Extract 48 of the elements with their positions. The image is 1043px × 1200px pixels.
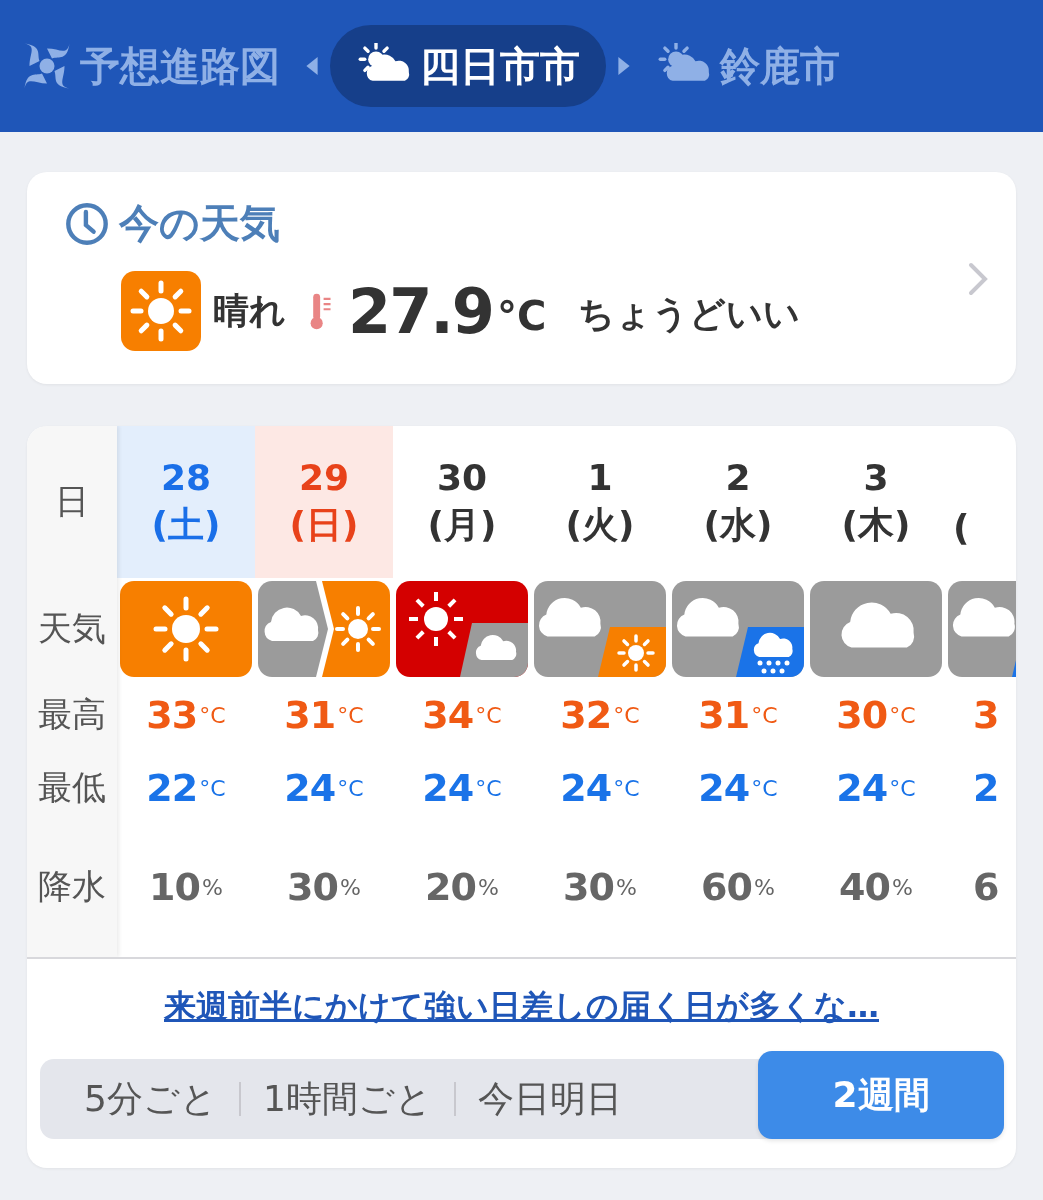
row-label: 降水 [38, 865, 106, 908]
precipitation-chance: 30% [286, 864, 362, 911]
section-title: 今の天気 [119, 199, 280, 248]
row-label: 最低 [38, 766, 106, 809]
precipitation-chance: 20% [424, 864, 500, 911]
sun-and-cloud-icon [396, 581, 528, 677]
date-header: 1 (火) [564, 456, 636, 547]
precipitation-chance: 6 [972, 864, 1000, 911]
date-header: 28 (土) [117, 426, 255, 578]
range-tab[interactable]: 今日明日 [455, 1059, 644, 1139]
chevron-right-icon [968, 262, 988, 296]
row-label: 最高 [38, 693, 106, 736]
row-label: 天気 [38, 607, 106, 650]
current-weather-card[interactable]: 今の天気 晴れ 27.9°C ちょうどいい [27, 172, 1016, 384]
cloud-and-sun-icon [534, 581, 666, 677]
temperature-unit: °C [497, 293, 547, 339]
date-header: ( [952, 506, 971, 551]
range-tab[interactable]: 2週間 [758, 1051, 1004, 1139]
typhoon-icon [22, 41, 72, 91]
feeling-text: ちょうどいい [578, 291, 801, 336]
row-label: 日 [55, 480, 89, 523]
cloud-and-rain-icon [672, 581, 804, 677]
left-arrow-icon[interactable] [306, 57, 318, 75]
location-tab[interactable]: 鈴鹿市 [630, 25, 866, 107]
forecast-comment-link[interactable]: 来週前半にかけて強い日差しの届く日が多くな… [164, 985, 879, 1029]
date-header: 29 (日) [255, 426, 393, 578]
location-tab[interactable]: 予想進路図 [22, 25, 306, 107]
high-temperature: 3 [972, 692, 1000, 739]
precipitation-chance: 10% [148, 864, 224, 911]
sun-icon [121, 271, 201, 351]
date-header: 30 (月) [426, 456, 498, 547]
range-tab[interactable]: 1時間ごと [240, 1059, 454, 1139]
thermometer-icon [308, 291, 334, 331]
location-tab[interactable]: 四日市市 [330, 25, 606, 107]
sun-icon [120, 581, 252, 677]
low-temperature: 2 [972, 765, 1000, 812]
clock-icon [65, 201, 109, 246]
date-header: 3 (木) [840, 456, 912, 547]
precipitation-chance: 40% [838, 864, 914, 911]
precipitation-chance: 60% [700, 864, 776, 911]
cloud-and-sun-icon [258, 581, 390, 677]
range-tab[interactable]: 5分ごと [62, 1059, 239, 1139]
cloud-icon [810, 581, 942, 677]
temperature-value: 27.9 [348, 274, 493, 348]
right-arrow-icon[interactable] [618, 57, 630, 75]
condition-text: 晴れ [213, 288, 286, 333]
precipitation-chance: 30% [562, 864, 638, 911]
date-header: 2 (水) [702, 456, 774, 547]
